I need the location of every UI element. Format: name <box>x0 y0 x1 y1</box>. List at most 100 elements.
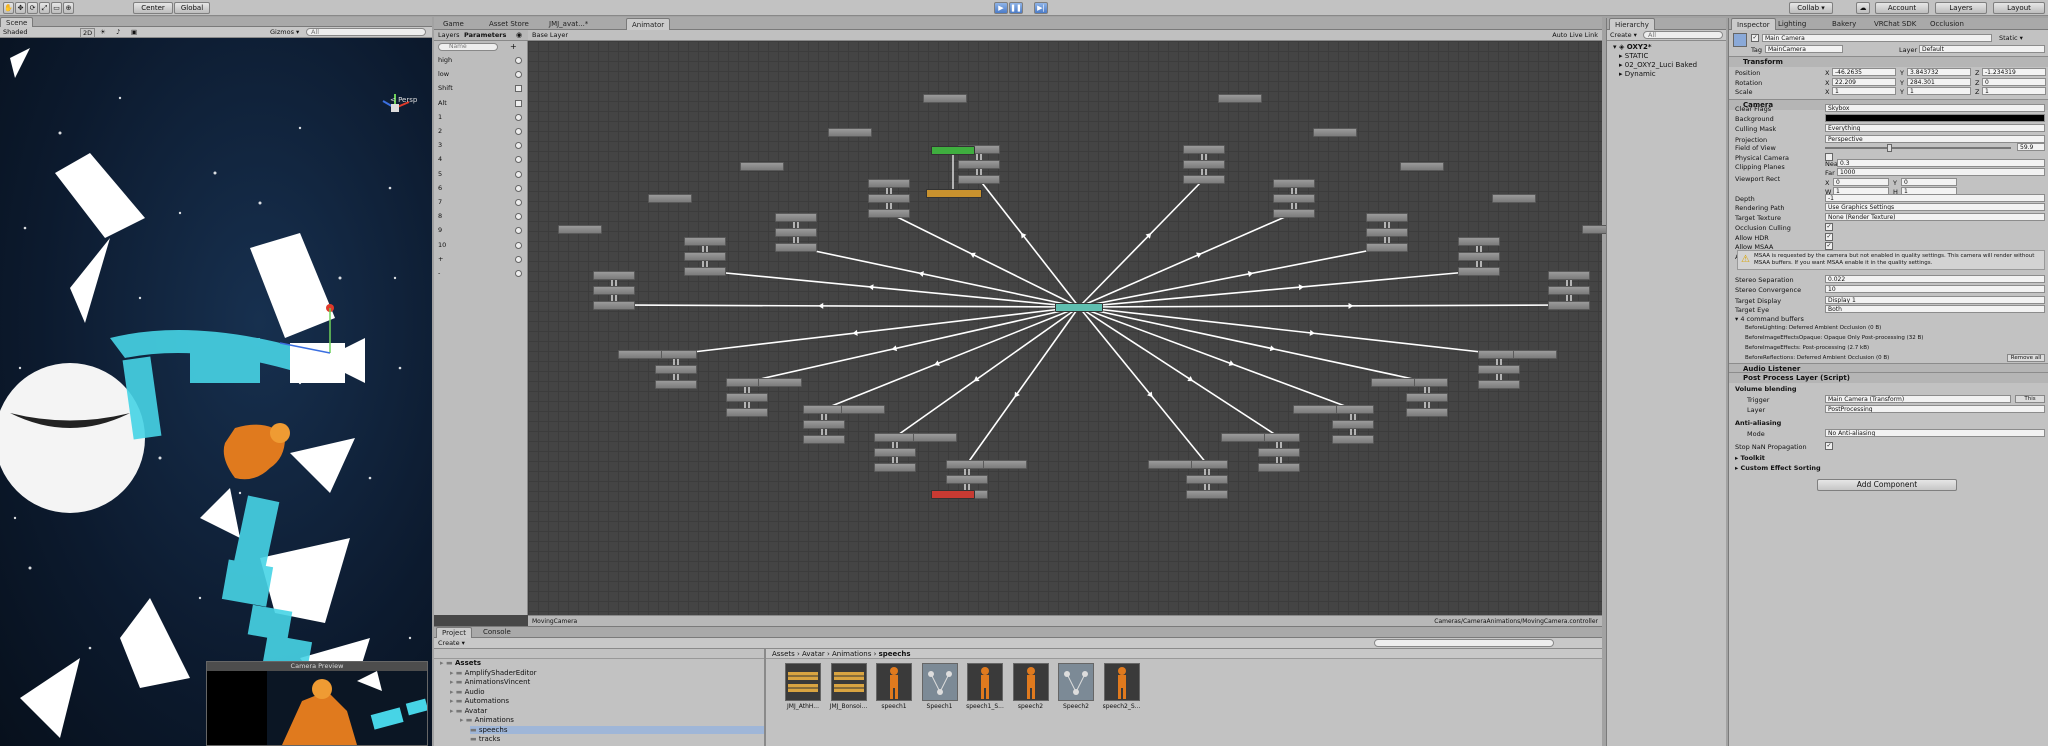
project-splitter[interactable] <box>764 649 766 746</box>
trigger-radio[interactable] <box>515 156 522 164</box>
camera-row-checkbox[interactable]: ✓ <box>1825 232 1833 241</box>
state-node[interactable] <box>1218 94 1262 103</box>
breadcrumb-animations[interactable]: Animations <box>832 650 871 658</box>
camera-row-checkbox[interactable]: ✓ <box>1825 222 1833 231</box>
target-eye-dropdown[interactable]: Both <box>1825 305 2045 313</box>
state-node[interactable] <box>1548 286 1590 295</box>
project-folder-item[interactable]: ▬ speechs <box>470 725 764 734</box>
trigger-radio[interactable] <box>515 199 522 206</box>
state-node[interactable] <box>1332 420 1374 429</box>
scene-viewport[interactable]: < Persp Camera Preview <box>0 38 432 746</box>
camera-row-field[interactable]: Perspective <box>1825 134 2045 143</box>
fov-slider-track[interactable] <box>1825 147 2011 150</box>
trigger-radio[interactable] <box>515 71 522 79</box>
aa-mode-dropdown[interactable]: No Anti-aliasing <box>1825 429 2045 437</box>
state-node[interactable] <box>1366 213 1408 222</box>
state-node[interactable] <box>1186 475 1228 484</box>
state-node[interactable] <box>726 408 768 417</box>
state-node[interactable] <box>868 209 910 218</box>
layout-dropdown[interactable]: Layout <box>1993 2 2045 14</box>
remove-all-button[interactable]: Remove all <box>2007 354 2045 362</box>
rotation-x-field[interactable]: 22.209 <box>1832 77 1896 86</box>
far-field[interactable]: 1000 <box>1837 168 2045 176</box>
rotation-y-field[interactable]: 284.301 <box>1907 77 1971 86</box>
post-process-layer-header[interactable]: Post Process Layer (Script) <box>1729 372 2048 383</box>
trigger-radio[interactable] <box>515 184 522 192</box>
parameter-row[interactable]: low <box>438 69 524 80</box>
camera-row-field[interactable]: None (Render Texture) <box>1825 213 2045 221</box>
state-node[interactable] <box>684 252 726 261</box>
hierarchy-search-input[interactable]: All <box>1643 31 1723 39</box>
state-node[interactable] <box>1258 463 1300 472</box>
state-node[interactable] <box>684 237 726 246</box>
camera-row-field[interactable]: Use Graphics Settings <box>1825 203 2045 212</box>
scale-y-field[interactable]: 1 <box>1907 87 1971 95</box>
object-name-field[interactable]: Main Camera <box>1762 34 1992 42</box>
position-z-field[interactable]: -1.234319 <box>1982 68 2046 76</box>
this-button[interactable]: This <box>2015 395 2045 403</box>
state-node[interactable] <box>775 228 817 237</box>
scale-tool-icon[interactable]: ⤢ <box>39 2 50 14</box>
asset-thumbnail[interactable] <box>967 663 1003 701</box>
lighting-toggle-icon[interactable]: ☀ <box>100 27 106 38</box>
asset-thumbnail[interactable] <box>1103 663 1140 701</box>
cloud-icon[interactable]: ☁ <box>1856 2 1870 14</box>
parameter-row[interactable]: 8 <box>438 211 524 222</box>
state-node[interactable] <box>1186 460 1228 469</box>
state-node[interactable] <box>1406 408 1448 417</box>
state-node[interactable] <box>874 448 916 457</box>
persp-label[interactable]: < Persp <box>390 96 417 104</box>
state-node[interactable] <box>958 175 1000 184</box>
shading-dropdown[interactable]: Shaded <box>3 27 27 38</box>
state-node[interactable] <box>828 128 872 137</box>
any-state-node[interactable] <box>926 189 982 198</box>
custom-sorting-foldout[interactable]: ▸ Custom Effect Sorting <box>1735 464 1821 472</box>
state-node[interactable] <box>803 420 845 429</box>
state-node[interactable] <box>593 301 635 310</box>
state-node[interactable] <box>958 160 1000 169</box>
tab-scene[interactable]: Scene <box>0 17 34 27</box>
parameter-row[interactable]: 5 <box>438 169 524 180</box>
project-folder-item[interactable]: ▸ ▬ AmplifyShaderEditor <box>450 669 537 677</box>
trigger-field[interactable]: Main Camera (Transform) <box>1825 395 2011 403</box>
state-node[interactable] <box>1513 350 1557 359</box>
viewport-h-field[interactable]: 1 <box>1901 187 1957 195</box>
exit-node[interactable] <box>931 490 975 499</box>
collab-dropdown[interactable]: Collab ▾ <box>1789 2 1833 14</box>
trigger-radio[interactable] <box>515 213 522 221</box>
2d-toggle[interactable]: 2D <box>80 28 96 38</box>
command-buffers-foldout[interactable]: ▾ 4 command buffers <box>1735 315 1804 323</box>
gizmos-dropdown[interactable]: Gizmos ▾ <box>270 27 299 38</box>
parameter-row[interactable]: 9 <box>438 225 524 236</box>
state-node[interactable] <box>684 267 726 276</box>
state-node[interactable] <box>1492 194 1536 203</box>
trigger-radio[interactable] <box>515 142 522 150</box>
viewport-w-field[interactable]: 1 <box>1833 187 1889 195</box>
tab-lighting[interactable]: Lighting <box>1773 18 1811 31</box>
stereo-convergence-field[interactable]: 10 <box>1825 285 2045 293</box>
parameter-row[interactable]: 3 <box>438 140 524 151</box>
project-folder-item[interactable]: ▬ tracks <box>470 735 500 743</box>
state-node[interactable] <box>758 378 802 387</box>
state-node[interactable] <box>1332 435 1374 444</box>
tab-parameters[interactable]: Parameters <box>464 30 506 41</box>
state-node[interactable] <box>923 94 967 103</box>
state-node[interactable] <box>868 179 910 188</box>
parameter-row[interactable]: Shift <box>438 83 524 94</box>
state-node[interactable] <box>1148 460 1192 469</box>
tab-console[interactable]: Console <box>478 627 516 638</box>
parameter-row[interactable]: 10 <box>438 240 524 251</box>
pause-button[interactable]: ❚❚ <box>1009 2 1023 14</box>
transform-tool-icon[interactable]: ⊕ <box>63 2 74 14</box>
stop-nan-checkbox[interactable]: ✓ <box>1825 442 1833 450</box>
near-field[interactable]: 0.3 <box>1837 159 2045 167</box>
scale-x-field[interactable]: 1 <box>1832 87 1896 95</box>
tab-bakery[interactable]: Bakery <box>1827 18 1861 31</box>
eye-icon[interactable]: ◉ <box>516 30 522 41</box>
asset-thumbnail[interactable] <box>876 663 912 701</box>
breadcrumb-speechs[interactable]: speechs <box>879 650 911 658</box>
state-node[interactable] <box>1548 301 1590 310</box>
tag-dropdown[interactable]: MainCamera <box>1765 45 1843 53</box>
state-node[interactable] <box>1183 160 1225 169</box>
parameter-search-input[interactable]: Name <box>438 43 498 51</box>
